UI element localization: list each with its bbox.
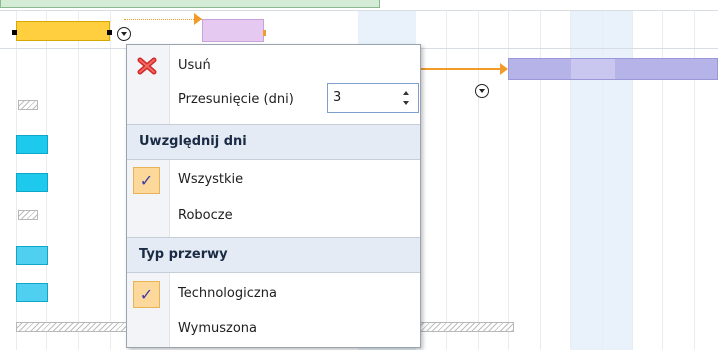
task-bar-yellow[interactable]	[16, 21, 110, 41]
check-icon: ✓	[133, 167, 160, 194]
menu-item-working-days-label: Robocze	[178, 208, 233, 223]
row-divider	[0, 10, 718, 11]
task-bar-segment	[571, 59, 615, 79]
section-header-days: Uwzględnij dni	[127, 124, 420, 160]
link-dropdown-icon[interactable]	[117, 27, 131, 41]
spin-up-icon[interactable]	[403, 91, 409, 95]
section-header-break-label: Typ przerwy	[139, 247, 228, 262]
check-icon: ✓	[133, 281, 160, 308]
menu-item-all-days-label: Wszystkie	[178, 172, 244, 187]
summary-bar[interactable]	[0, 0, 380, 8]
grid-line	[478, 10, 479, 350]
menu-item-offset: Przesunięcie (dni) 3	[127, 83, 420, 117]
resize-handle-left[interactable]	[12, 30, 17, 35]
spin-down-icon[interactable]	[403, 101, 409, 105]
menu-item-forced-label: Wymuszona	[178, 321, 257, 336]
offset-value[interactable]: 3	[333, 90, 341, 105]
task-bar-pink[interactable]	[202, 19, 264, 42]
hatched-bar	[18, 210, 38, 220]
menu-item-working-days[interactable]: Robocze	[127, 199, 420, 233]
grid-line	[446, 10, 447, 350]
task-bar-cyan[interactable]	[16, 283, 48, 302]
hatched-bar	[18, 100, 38, 110]
menu-item-all-days[interactable]: ✓ Wszystkie	[127, 163, 420, 197]
link-arrow-head	[194, 13, 202, 25]
grid-line	[110, 10, 111, 350]
offset-spinner[interactable]: 3	[327, 83, 419, 113]
dependency-line	[421, 68, 500, 70]
section-header-break: Typ przerwy	[127, 237, 420, 273]
link-dropdown-icon[interactable]	[475, 84, 489, 98]
link-preview-line	[124, 19, 202, 20]
menu-item-delete-label: Usuń	[178, 58, 211, 73]
grid-line	[78, 10, 79, 350]
dependency-arrow-head	[500, 63, 508, 75]
link-context-menu: Usuń Przesunięcie (dni) 3 Uwzględnij dni…	[126, 44, 421, 348]
task-bar-cyan[interactable]	[16, 246, 48, 265]
resize-handle-right[interactable]	[107, 30, 112, 35]
task-bar-lavender[interactable]	[508, 58, 718, 80]
menu-item-delete[interactable]: Usuń	[127, 49, 420, 83]
menu-item-forced[interactable]: Wymuszona	[127, 312, 420, 346]
task-bar-cyan[interactable]	[16, 135, 48, 154]
delete-icon	[137, 57, 157, 75]
menu-item-technological[interactable]: ✓ Technologiczna	[127, 277, 420, 311]
link-anchor	[263, 30, 266, 36]
task-bar-cyan[interactable]	[16, 173, 48, 192]
section-header-days-label: Uwzględnij dni	[139, 134, 247, 149]
offset-label: Przesunięcie (dni)	[178, 92, 294, 107]
menu-item-technological-label: Technologiczna	[178, 286, 277, 301]
